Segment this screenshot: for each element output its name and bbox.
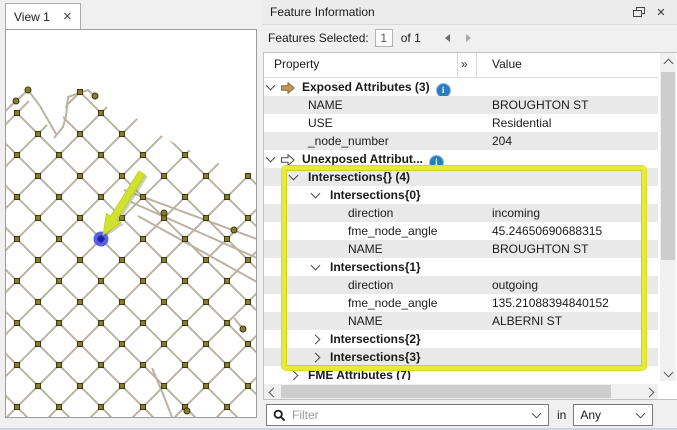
property-value: outgoing [492, 276, 538, 294]
map-view-canvas[interactable] [5, 29, 257, 418]
property-name: NAME [348, 240, 383, 258]
property-name: Intersections{} (4) [308, 168, 410, 186]
expand-columns-icon[interactable]: » [461, 57, 468, 71]
property-name: Intersections{1} [330, 258, 421, 276]
property-name: Exposed Attributes (3)i [302, 78, 451, 96]
filter-input[interactable] [290, 407, 533, 423]
chevron-down-icon[interactable] [311, 261, 321, 271]
scroll-left-icon[interactable] [264, 384, 280, 400]
chevron-down-icon [636, 409, 646, 419]
application-window: View 1 ✕ Feature Information ✕ Features … [0, 0, 677, 430]
property-name: Intersections{3} [330, 348, 421, 366]
property-row[interactable]: direction outgoing [264, 276, 658, 294]
close-panel-icon[interactable]: ✕ [653, 5, 669, 19]
vertical-scrollbar[interactable] [660, 53, 676, 381]
chevron-down-icon[interactable] [532, 409, 542, 419]
scroll-up-icon[interactable] [660, 53, 676, 69]
feature-information-titlebar: Feature Information ✕ [262, 0, 677, 25]
property-row[interactable]: FME Attributes (7) [264, 366, 658, 380]
property-name: direction [348, 204, 393, 222]
property-value: incoming [492, 204, 540, 222]
horizontal-scrollbar[interactable] [264, 384, 658, 399]
property-name: Intersections{0} [330, 186, 421, 204]
chevron-right-icon[interactable] [311, 335, 321, 345]
filter-bar: in Any [262, 403, 677, 427]
street-network-map [6, 30, 256, 417]
property-name: direction [348, 276, 393, 294]
panel-title: Feature Information [270, 5, 625, 19]
property-row[interactable]: Intersections{} (4) [264, 168, 658, 186]
filter-in-label: in [557, 408, 566, 422]
property-value: ALBERNI ST [492, 312, 562, 330]
feature-index-field[interactable]: 1 [375, 29, 393, 47]
chevron-down-icon[interactable] [311, 189, 321, 199]
filter-combobox[interactable] [266, 404, 549, 426]
property-name: fme_node_angle [348, 222, 437, 240]
next-feature-icon[interactable] [466, 34, 471, 42]
chevron-down-icon[interactable] [266, 153, 276, 163]
property-name: NAME [348, 312, 383, 330]
property-row[interactable]: USE Residential [264, 114, 658, 132]
features-selected-label: Features Selected: [268, 31, 369, 45]
property-value: BROUGHTON ST [492, 240, 588, 258]
property-name: Intersections{2} [330, 330, 421, 348]
scroll-right-icon[interactable] [642, 384, 658, 400]
vertical-scrollbar-thumb[interactable] [661, 72, 675, 260]
property-row[interactable]: Intersections{3} [264, 348, 658, 366]
attribute-table-header: Property » Value [264, 53, 658, 78]
filter-scope-value: Any [580, 408, 601, 422]
property-row[interactable]: Intersections{2} [264, 330, 658, 348]
filter-scope-dropdown[interactable]: Any [573, 404, 653, 426]
property-row[interactable]: NAME ALBERNI ST [264, 312, 658, 330]
property-row[interactable]: Intersections{0} [264, 186, 658, 204]
feature-navigation-bar: Features Selected: 1 of 1 In: Intersecto… [262, 26, 677, 50]
property-row[interactable]: fme_node_angle 135.21088394840152 [264, 294, 658, 312]
value-column-header[interactable]: Value [492, 57, 522, 71]
tab-view-1[interactable]: View 1 ✕ [5, 3, 81, 30]
property-row[interactable]: Unexposed Attribut...i [264, 150, 658, 168]
property-value: BROUGHTON ST [492, 96, 588, 114]
property-column-header[interactable]: Property [274, 57, 319, 71]
property-value: 45.24650690688315 [492, 222, 602, 240]
chevron-right-icon[interactable] [311, 353, 321, 363]
chevron-down-icon[interactable] [266, 81, 276, 91]
float-panel-icon[interactable] [631, 5, 647, 19]
scroll-down-icon[interactable] [660, 365, 676, 381]
attribute-tree[interactable]: Exposed Attributes (3)iNAMEBROUGHTON STU… [264, 78, 658, 380]
property-row[interactable]: Exposed Attributes (3)i [264, 78, 658, 96]
property-name: Unexposed Attribut...i [302, 150, 444, 168]
tab-view-1-label: View 1 [14, 10, 55, 24]
search-icon [273, 409, 286, 422]
property-row[interactable]: fme_node_angle 45.24650690688315 [264, 222, 658, 240]
previous-feature-icon[interactable] [445, 34, 450, 42]
property-name: USE [308, 114, 333, 132]
property-row[interactable]: NAME BROUGHTON ST [264, 96, 658, 114]
property-value: 204 [492, 132, 512, 150]
property-row[interactable]: _node_number 204 [264, 132, 658, 150]
property-name: _node_number [308, 132, 389, 150]
property-row[interactable]: NAME BROUGHTON ST [264, 240, 658, 258]
property-value: Residential [492, 114, 551, 132]
horizontal-scrollbar-thumb[interactable] [281, 385, 611, 398]
chevron-right-icon[interactable] [289, 371, 299, 380]
property-name: FME Attributes (7) [308, 366, 411, 380]
property-name: fme_node_angle [348, 294, 437, 312]
property-row[interactable]: direction incoming [264, 204, 658, 222]
property-row[interactable]: Intersections{1} [264, 258, 658, 276]
tab-close-icon[interactable]: ✕ [63, 12, 72, 23]
feature-count-label: of 1 [401, 31, 421, 45]
chevron-down-icon[interactable] [289, 171, 299, 181]
property-name: NAME [308, 96, 343, 114]
property-value: 135.21088394840152 [492, 294, 609, 312]
